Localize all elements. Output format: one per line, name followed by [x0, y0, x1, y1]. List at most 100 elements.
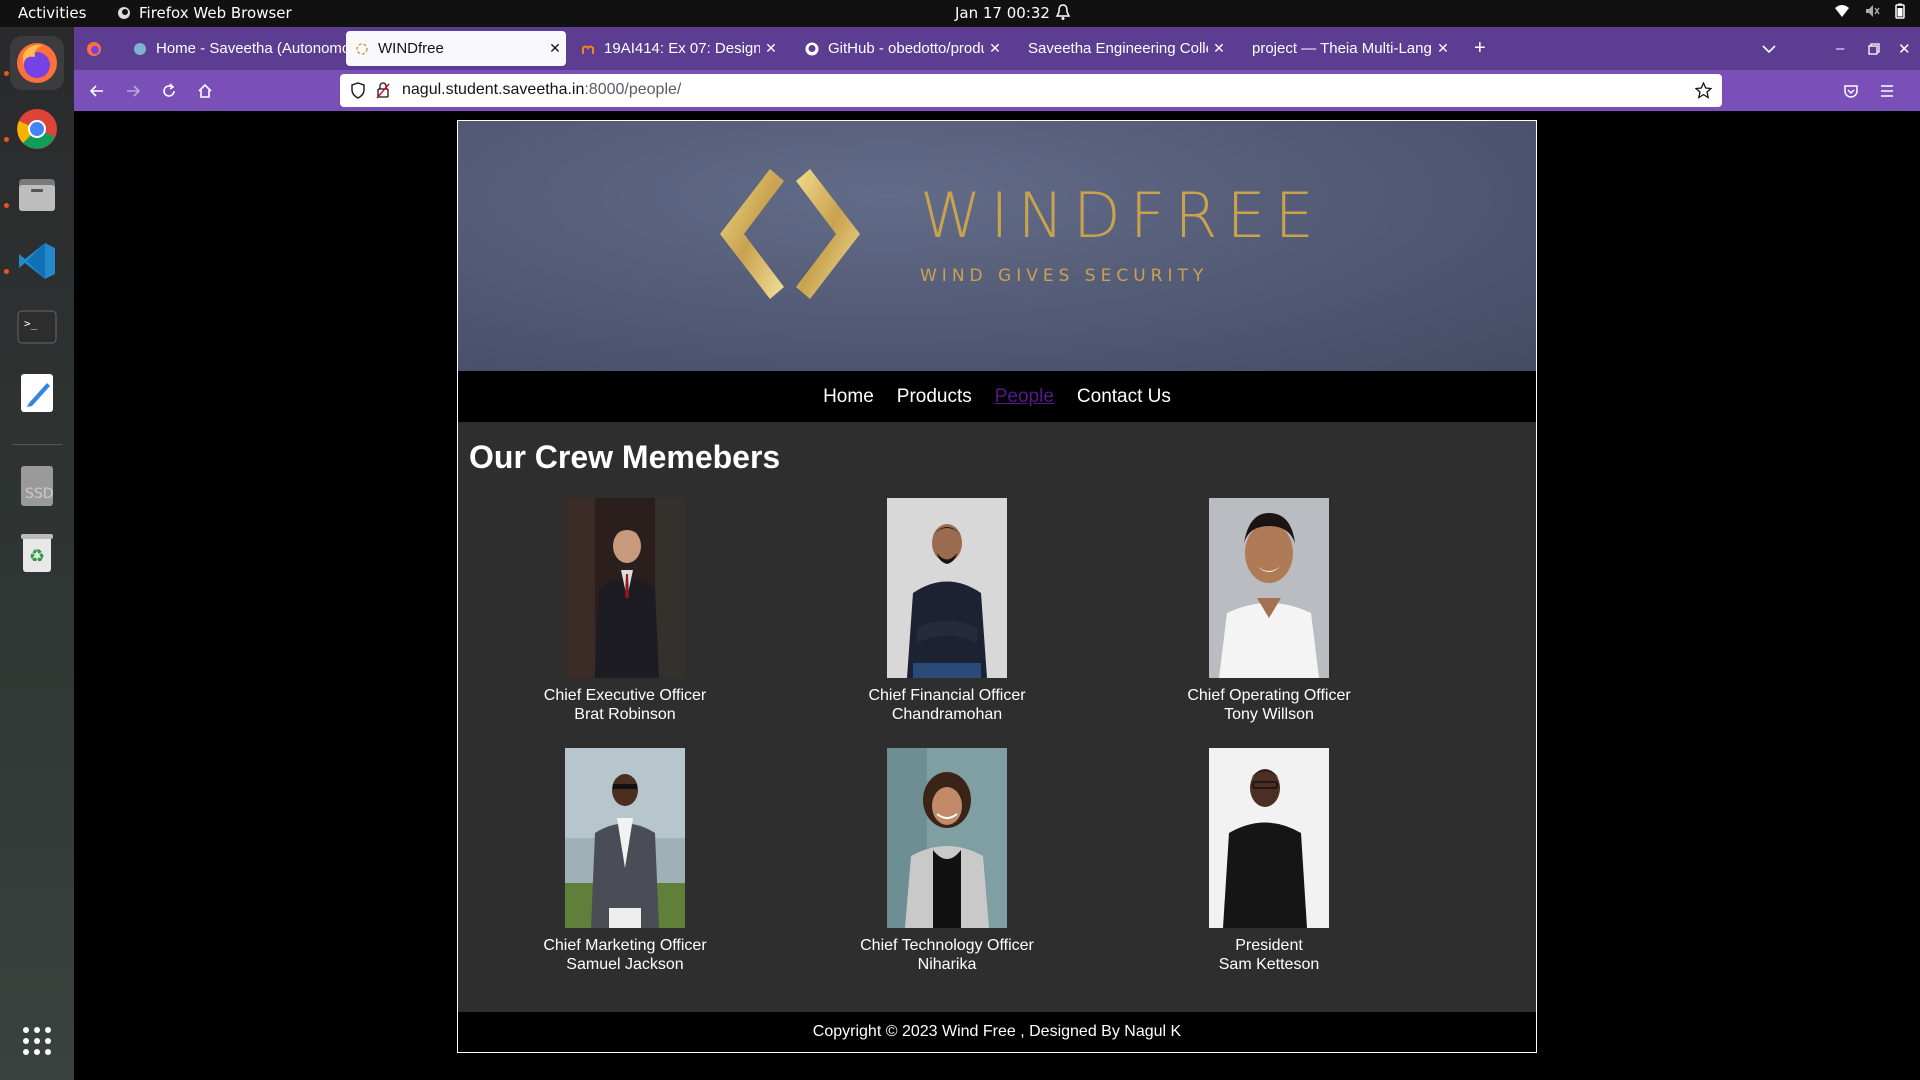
tab-label: 19AI414: Ex 07: Design a — [604, 40, 760, 57]
list-all-tabs-button[interactable] — [1754, 31, 1784, 66]
url-path: :8000/people/ — [584, 81, 682, 98]
arrow-left-icon — [89, 85, 103, 97]
notification-bell-icon — [1055, 3, 1071, 25]
tab-19ai414[interactable]: 19AI414: Ex 07: Design a ✕ — [572, 31, 782, 66]
member-photo — [1209, 748, 1329, 928]
restore-icon — [1868, 42, 1880, 55]
lock-insecure-icon[interactable] — [376, 82, 390, 99]
dock-vscode-icon[interactable] — [10, 234, 64, 288]
app-menu-button[interactable] — [1874, 78, 1900, 104]
page-title: Our Crew Memebers — [469, 439, 781, 475]
navigation-toolbar: nagul.student.saveetha.in:8000/people/ — [74, 70, 1920, 111]
close-tab-icon[interactable]: ✕ — [544, 40, 566, 57]
close-window-button[interactable]: ✕ — [1890, 31, 1914, 66]
svg-text:>_: >_ — [24, 317, 38, 330]
nav-products-link[interactable]: Products — [897, 386, 972, 408]
dock-separator — [12, 444, 62, 445]
nav-contact-link[interactable]: Contact Us — [1077, 386, 1171, 408]
close-tab-icon[interactable]: ✕ — [984, 40, 1006, 57]
home-button[interactable] — [192, 78, 218, 104]
battery-icon — [1895, 3, 1905, 19]
shield-icon[interactable] — [350, 82, 366, 99]
clock[interactable]: Jan 17 00:32 — [955, 4, 1050, 22]
member-photo — [1209, 498, 1329, 678]
member-name: Niharika — [917, 956, 977, 973]
brand-tagline: WIND GIVES SECURITY — [920, 266, 1209, 286]
tab-bar: Home - Saveetha (Autonomous) ✕ WINDfree … — [74, 27, 1920, 70]
site-footer: Copyright © 2023 Wind Free , Designed By… — [458, 1012, 1536, 1052]
app-menu[interactable]: Firefox Web Browser — [117, 4, 292, 22]
activities-button[interactable]: Activities — [18, 4, 86, 22]
tab-label: Saveetha Engineering Colleg — [1028, 40, 1208, 57]
copyright-text: Copyright © 2023 Wind Free , Designed By… — [812, 1023, 1182, 1040]
tab-github[interactable]: GitHub - obedotto/produ ✕ — [796, 31, 1006, 66]
chevron-down-icon — [1762, 44, 1776, 53]
dock-ssd-drive-icon[interactable]: SSD — [10, 459, 64, 513]
pocket-button[interactable] — [1838, 78, 1864, 104]
nav-people-link[interactable]: People — [995, 386, 1054, 408]
windfree-site: WINDFREE WIND GIVES SECURITY Home Produc… — [457, 120, 1537, 1053]
loading-icon — [354, 41, 370, 57]
running-indicator — [4, 269, 9, 274]
member-name: Brat Robinson — [574, 706, 676, 723]
member-photo — [565, 748, 685, 928]
restore-button[interactable] — [1860, 31, 1884, 66]
bookmark-star-icon[interactable] — [1695, 82, 1712, 99]
pocket-icon — [1844, 85, 1858, 98]
firefox-view-button[interactable] — [79, 31, 109, 66]
show-apps-grid-icon[interactable] — [10, 1014, 64, 1068]
dock-files-icon[interactable] — [10, 168, 64, 222]
running-indicator — [4, 71, 9, 76]
close-tab-icon[interactable]: ✕ — [1432, 40, 1454, 57]
wifi-icon — [1835, 5, 1849, 17]
reload-button[interactable] — [156, 78, 182, 104]
tab-windfree[interactable]: WINDfree ✕ — [346, 31, 566, 66]
firefox-small-icon — [118, 7, 130, 19]
dock-text-editor-icon[interactable] — [10, 366, 64, 420]
minimize-icon: – — [1836, 40, 1845, 57]
tab-label: WINDfree — [378, 40, 444, 57]
moodle-icon — [132, 41, 148, 57]
dock-firefox-icon[interactable] — [10, 36, 64, 90]
close-tab-icon[interactable]: ✕ — [760, 40, 782, 57]
forward-button[interactable] — [120, 78, 146, 104]
member-role: Chief Executive Officer — [543, 687, 707, 704]
github-icon — [804, 41, 820, 57]
nav-home-link[interactable]: Home — [823, 386, 874, 408]
url-host: nagul.student.saveetha.in — [402, 81, 585, 98]
windfree-logo-icon — [720, 169, 860, 299]
running-indicator — [4, 137, 9, 142]
tab-saveetha-engineering[interactable]: Saveetha Engineering Colleg ✕ — [1020, 31, 1230, 66]
dock-chrome-icon[interactable] — [10, 102, 64, 156]
system-tray[interactable] — [1834, 3, 1906, 19]
back-button[interactable] — [84, 78, 110, 104]
page-viewport: WINDFREE WIND GIVES SECURITY Home Produc… — [74, 111, 1920, 1080]
member-role: Chief Marketing Officer — [543, 937, 707, 954]
member-name: Sam Ketteson — [1218, 956, 1320, 973]
dock-terminal-icon[interactable]: >_ — [10, 300, 64, 354]
new-tab-button[interactable]: + — [1466, 31, 1496, 66]
member-role: Chief Financial Officer — [868, 687, 1026, 704]
reload-icon — [163, 83, 175, 97]
svg-text:♻: ♻ — [29, 546, 45, 567]
plus-icon: + — [1474, 37, 1486, 59]
address-bar[interactable]: nagul.student.saveetha.in:8000/people/ — [340, 74, 1722, 107]
url-text[interactable]: nagul.student.saveetha.in:8000/people/ — [402, 81, 681, 99]
member-name: Tony Willson — [1224, 706, 1314, 723]
minimize-button[interactable]: – — [1828, 31, 1852, 66]
brand-name: WINDFREE — [920, 179, 1323, 252]
app-name-label: Firefox Web Browser — [139, 4, 292, 22]
dock-trash-icon[interactable]: ♻ — [10, 525, 64, 579]
member-photo — [565, 498, 685, 678]
member-card: Chief Executive Officer Brat Robinson — [505, 498, 745, 724]
tab-theia-project[interactable]: project — Theia Multi-Langu ✕ — [1244, 31, 1454, 66]
hamburger-menu-icon — [1881, 85, 1893, 97]
close-tab-icon[interactable]: ✕ — [1208, 40, 1230, 57]
member-role: President — [1235, 937, 1303, 954]
member-role: Chief Operating Officer — [1187, 687, 1351, 704]
close-icon: ✕ — [1898, 40, 1911, 58]
firefox-view-icon — [87, 41, 101, 56]
member-name: Samuel Jackson — [566, 956, 684, 973]
member-photo — [887, 748, 1007, 928]
arrow-right-icon — [127, 85, 141, 97]
